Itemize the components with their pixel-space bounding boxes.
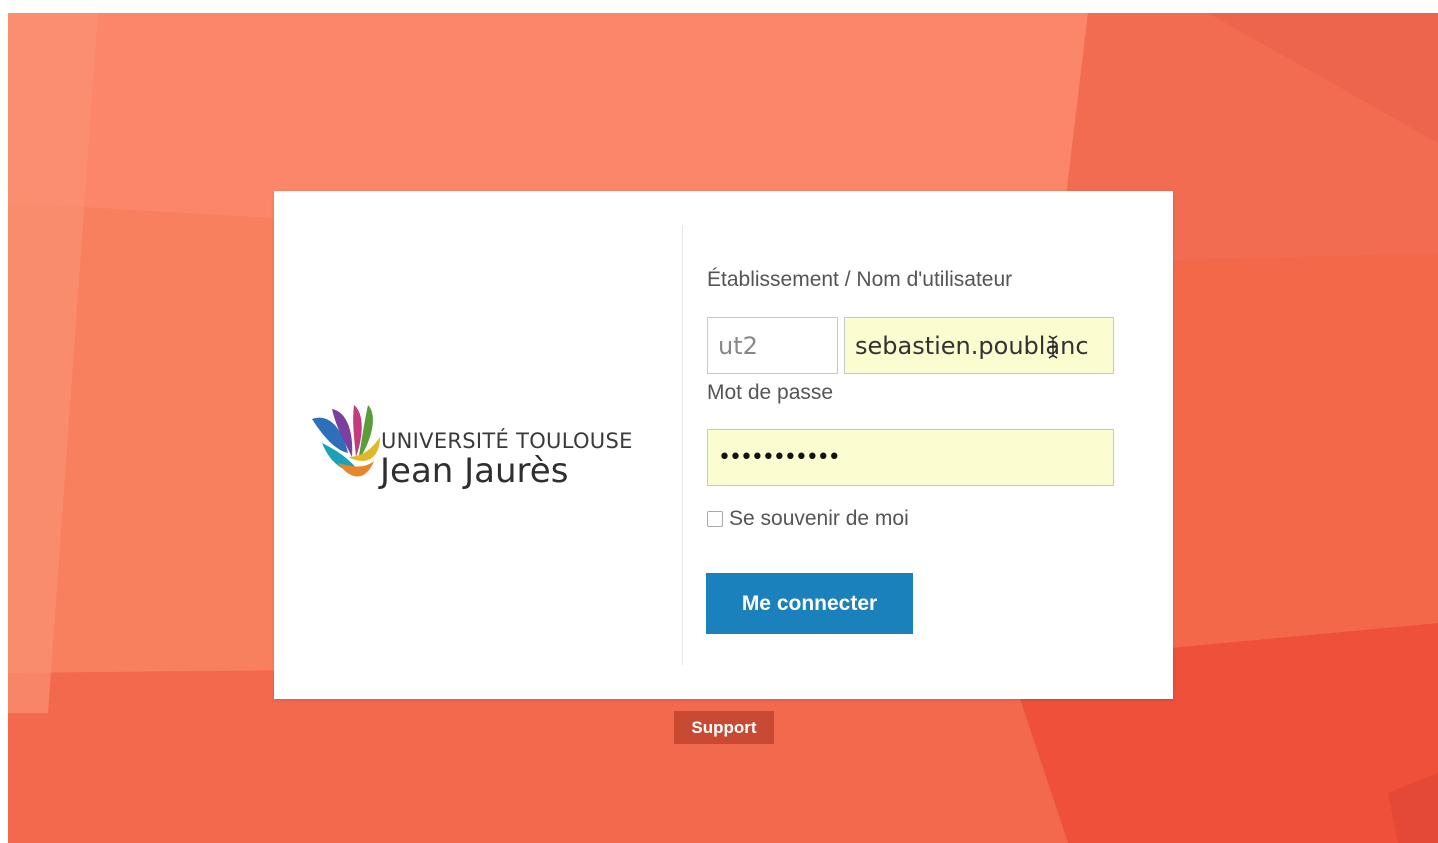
card-divider [682, 225, 683, 665]
remember-me-row[interactable]: Se souvenir de moi [707, 507, 909, 531]
institution-input[interactable]: ut2 [707, 317, 838, 374]
university-logo: UNIVERSITÉ TOULOUSE Jean Jaurès [308, 401, 668, 491]
logo-text-university: UNIVERSITÉ TOULOUSE [381, 429, 633, 453]
remember-me-checkbox[interactable] [707, 511, 723, 527]
support-button[interactable]: Support [674, 711, 774, 744]
password-label: Mot de passe [707, 381, 834, 404]
text-cursor-icon [1048, 335, 1058, 359]
login-card: UNIVERSITÉ TOULOUSE Jean Jaurès Établiss… [274, 191, 1173, 699]
logo-emblem-icon [312, 405, 380, 477]
username-label: Établissement / Nom d'utilisateur [707, 268, 1013, 291]
login-button[interactable]: Me connecter [706, 573, 913, 634]
password-input[interactable]: ••••••••••• [707, 429, 1114, 486]
remember-me-label[interactable]: Se souvenir de moi [729, 507, 909, 531]
username-input[interactable]: sebastien.poublanc [844, 317, 1114, 374]
logo-text-jean-jaures: Jean Jaurès [380, 451, 569, 491]
